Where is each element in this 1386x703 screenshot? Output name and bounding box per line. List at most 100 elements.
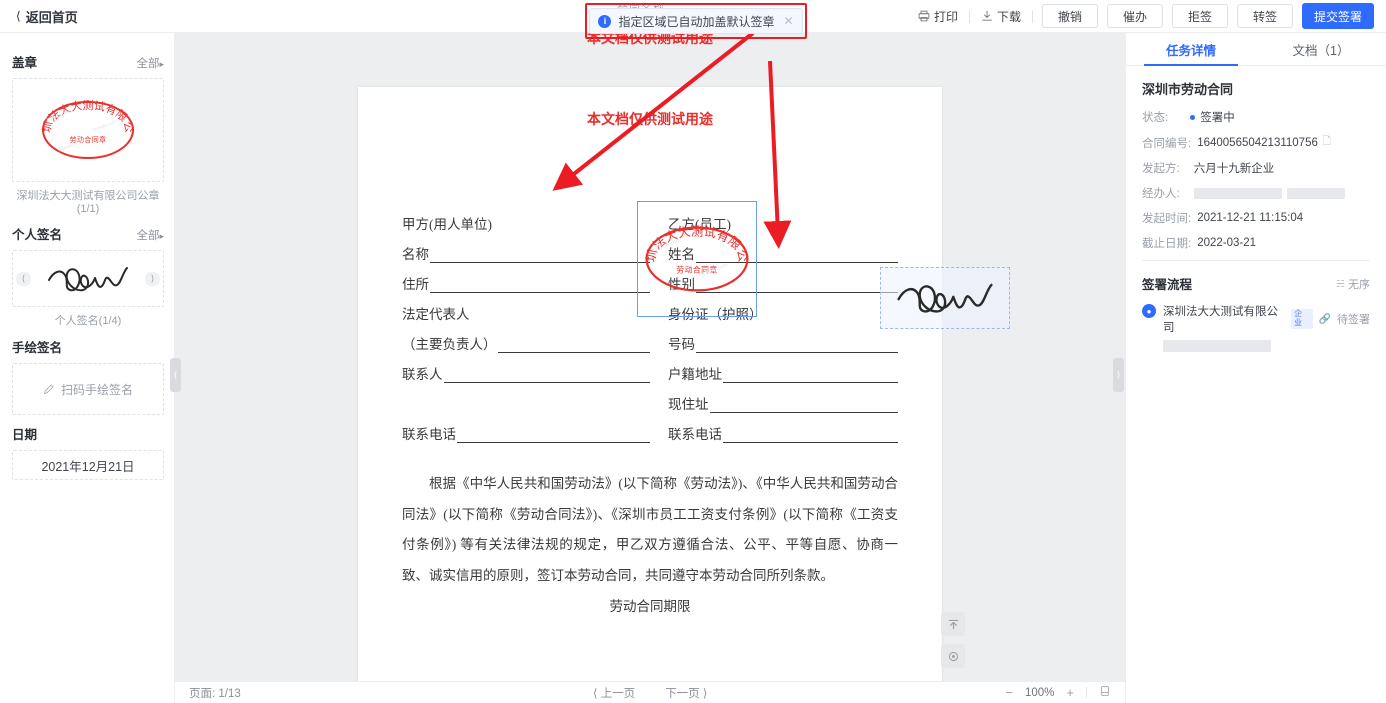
- reject-button[interactable]: 拒签: [1172, 4, 1228, 28]
- detail-key: 发起时间:: [1142, 213, 1192, 225]
- field-rule: [723, 370, 898, 383]
- participant-status: 待签署: [1337, 314, 1370, 326]
- detail-row-operator: 经办人:: [1142, 185, 1370, 201]
- field-label: 甲方(用人单位): [402, 217, 492, 232]
- scroll-to-top-button[interactable]: [941, 612, 965, 636]
- submit-signature-button[interactable]: 提交签署: [1302, 3, 1374, 29]
- back-home-label: 返回首页: [25, 9, 78, 25]
- target-icon: [948, 651, 958, 661]
- chevron-left-icon: ⟨: [16, 9, 21, 23]
- auto-stamp-notification: i 指定区域已自动加盖默认签章 ✕: [589, 8, 803, 34]
- signing-app: ⟨ 返回首页 打印 下载 撤销 催办 拒签 转签 提交签署 合同名称 i 指定区…: [0, 0, 1386, 703]
- notification-highlight-box: i 指定区域已自动加盖默认签章 ✕: [585, 3, 807, 39]
- detail-key: 发起方:: [1142, 163, 1180, 175]
- field-label: 名称: [402, 247, 429, 262]
- stamp-card[interactable]: 深圳法大大测试有限公司 劳动合同章 fadada.com fadada.com …: [12, 78, 164, 182]
- notification-text: 指定区域已自动加盖默认签章: [618, 14, 775, 29]
- field-label: （主要负责人）: [402, 337, 497, 352]
- stamp-center-text: 劳动合同章: [676, 266, 718, 275]
- withdraw-button[interactable]: 撤销: [1042, 4, 1098, 28]
- field-row: 法定代表人: [402, 293, 650, 323]
- participant-masked-sub: [1163, 340, 1370, 355]
- download-icon: [982, 10, 992, 21]
- signing-flow-title: 签署流程: [1142, 278, 1193, 292]
- field-label: 现住址: [668, 397, 709, 412]
- participant-main: 深圳法大大测试有限公司 企业 🔗 待签署: [1163, 303, 1370, 355]
- signing-flow-participant[interactable]: ● 深圳法大大测试有限公司 企业 🔗 待签署: [1126, 293, 1386, 355]
- info-icon: i: [598, 14, 612, 28]
- tab-documents[interactable]: 文档（1）: [1256, 33, 1386, 65]
- field-rule: [723, 430, 898, 443]
- date-card[interactable]: 2021年12月21日: [12, 450, 164, 480]
- page-indicator: 页面: 1/13: [189, 687, 241, 700]
- detail-key: 状态:: [1142, 112, 1169, 124]
- download-button[interactable]: 下载: [970, 6, 1032, 26]
- detail-row-contract-no: 合同编号: 1640056504213110756 🗋: [1142, 134, 1370, 151]
- collapse-sidebar-handle[interactable]: ⟨: [170, 358, 181, 392]
- detail-value: 六月十九新企业: [1193, 163, 1275, 175]
- toolbar-actions: 打印 下载 撤销 催办 拒签 转签 提交签署: [907, 0, 1386, 33]
- next-page-button[interactable]: 下一页 ⟩: [665, 685, 707, 701]
- stamp-center-text: 劳动合同章: [69, 137, 107, 144]
- stamp-view-all[interactable]: 全部▸: [136, 55, 164, 71]
- field-rule: [471, 310, 651, 323]
- document-viewer[interactable]: 本文档仅供测试用途 甲方(用人单位) 名称 住所 法定代表人 （主要负责人） 联…: [175, 33, 1125, 681]
- participant-type-badge: 企业: [1291, 309, 1313, 329]
- print-button[interactable]: 打印: [907, 6, 969, 26]
- personal-signature-section-title: 个人签名: [12, 228, 63, 242]
- zoom-in-button[interactable]: +: [1066, 685, 1074, 700]
- placed-employee-signature-field[interactable]: [880, 267, 1010, 329]
- collapse-panel-handle[interactable]: ⟩: [1113, 358, 1124, 392]
- carousel-prev-icon[interactable]: ⟨: [16, 271, 31, 286]
- print-label: 打印: [933, 9, 958, 24]
- participant-row: 深圳法大大测试有限公司 企业 🔗 待签署: [1163, 303, 1370, 335]
- detail-row-initiator: 发起方: 六月十九新企业: [1142, 160, 1370, 176]
- carousel-next-icon[interactable]: ⟩: [145, 271, 160, 286]
- zoom-divider: [1086, 687, 1087, 698]
- locate-signature-button[interactable]: [941, 644, 965, 668]
- field-row: 现住址: [668, 383, 898, 413]
- page-nav: ⟨ 上一页 下一页 ⟩: [593, 685, 707, 701]
- task-detail-panel: 任务详情 文档（1） 深圳市劳动合同 状态: 签署中 合同编号: 1640056…: [1125, 33, 1386, 703]
- field-row: 名称: [402, 233, 650, 263]
- field-row: 号码: [668, 323, 898, 353]
- signature-sidebar: 盖章 全部▸ 深圳法大大测试有限公司 劳动合同章 fadada.com fada…: [0, 33, 175, 703]
- field-rule: [430, 280, 650, 293]
- close-icon[interactable]: ✕: [783, 14, 793, 28]
- field-rule: [709, 400, 898, 413]
- field-row: 联系人: [402, 353, 650, 383]
- signing-flow-order-label: 无序: [1348, 278, 1370, 291]
- handdraw-section-header: 手绘签名: [12, 337, 164, 356]
- transfer-button[interactable]: 转签: [1237, 4, 1293, 28]
- company-stamp-image: 深圳法大大测试有限公司 劳动合同章 fadada.com fadada.com …: [40, 97, 136, 163]
- tab-task-detail[interactable]: 任务详情: [1126, 33, 1256, 66]
- link-icon[interactable]: 🔗: [1319, 314, 1331, 325]
- zoom-out-button[interactable]: −: [1005, 685, 1013, 700]
- field-label: 联系电话: [402, 427, 456, 442]
- personal-signature-view-all[interactable]: 全部▸: [136, 227, 164, 243]
- withdraw-label: 撤销: [1057, 9, 1082, 24]
- submit-signature-label: 提交签署: [1313, 9, 1362, 24]
- field-label: 住所: [402, 277, 429, 292]
- personal-signature-card[interactable]: ⟨ ⟩: [12, 250, 164, 307]
- next-page-label: 下一页: [665, 687, 700, 700]
- masked-bar: [1193, 187, 1282, 199]
- urge-button[interactable]: 催办: [1107, 4, 1163, 28]
- field-rule: [443, 370, 650, 383]
- detail-value-masked: [1193, 187, 1345, 199]
- back-home-button[interactable]: ⟨ 返回首页: [16, 7, 78, 26]
- placed-company-stamp-field[interactable]: 深圳法大大测试有限公司 劳动合同章 fadada.com fadada.com: [637, 201, 757, 317]
- fit-page-button[interactable]: [1099, 685, 1111, 700]
- document-content: 本文档仅供测试用途 甲方(用人单位) 名称 住所 法定代表人 （主要负责人） 联…: [358, 87, 942, 615]
- detail-value: 2022-03-21: [1197, 237, 1257, 249]
- personal-signature-caption: 个人签名(1/4): [54, 315, 122, 327]
- copy-icon[interactable]: 🗋: [1323, 134, 1331, 151]
- prev-page-button[interactable]: ⟨ 上一页: [593, 685, 635, 701]
- personal-signature-view-all-label: 全部: [136, 230, 160, 242]
- handdraw-signature-card[interactable]: 扫码手绘签名: [12, 363, 164, 415]
- field-rule: [457, 430, 650, 443]
- detail-key: 合同编号:: [1142, 137, 1192, 150]
- chevron-right-icon: ▸: [159, 59, 164, 69]
- stamp-ellipse: 深圳法大大测试有限公司: [643, 222, 750, 292]
- detail-key: 经办人:: [1142, 188, 1180, 200]
